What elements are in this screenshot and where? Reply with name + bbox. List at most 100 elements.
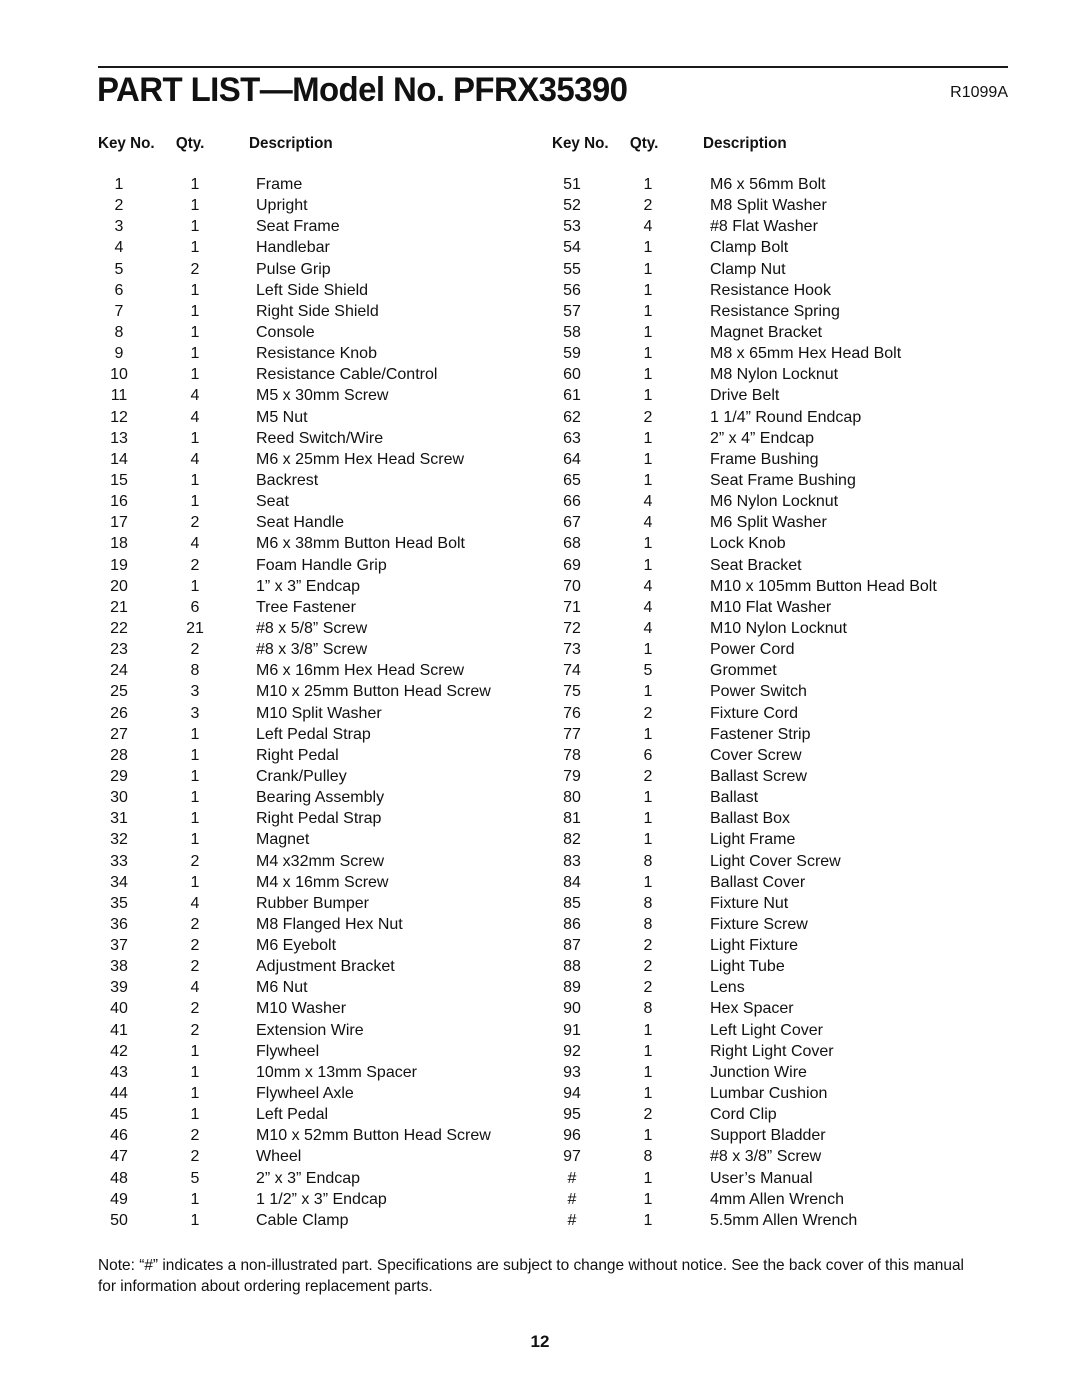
quantity: 2 — [643, 408, 653, 426]
table-row: 31 1 Right Pedal Strap — [98, 808, 548, 829]
key-number: 7 — [114, 302, 124, 320]
table-row: 63 1 2” x 4” Endcap — [552, 428, 1002, 449]
quantity: 1 — [190, 767, 200, 785]
quantity: 1 — [190, 429, 200, 447]
quantity: 1 — [190, 577, 200, 595]
quantity: 6 — [190, 598, 200, 616]
table-row: 95 2 Cord Clip — [552, 1104, 1002, 1125]
quantity: 8 — [643, 894, 653, 912]
description: Hex Spacer — [710, 1000, 794, 1018]
key-number: 69 — [563, 556, 581, 574]
description: Right Pedal — [256, 746, 339, 764]
quantity: 1 — [643, 323, 653, 341]
table-row: 19 2 Foam Handle Grip — [98, 555, 548, 576]
table-row: 30 1 Bearing Assembly — [98, 787, 548, 808]
quantity: 2 — [643, 1106, 653, 1124]
key-number: 80 — [563, 789, 581, 807]
quantity: 4 — [643, 577, 653, 595]
description: M8 Flanged Hex Nut — [256, 915, 403, 933]
quantity: 1 — [190, 218, 200, 236]
table-row: 97 8 #8 x 3/8” Screw — [552, 1146, 1002, 1167]
table-row: 45 1 Left Pedal — [98, 1104, 548, 1125]
quantity: 1 — [190, 873, 200, 891]
quantity: 2 — [643, 197, 653, 215]
key-number: 1 — [114, 176, 124, 193]
key-number: 15 — [110, 471, 128, 489]
table-row: 58 1 Magnet Bracket — [552, 322, 1002, 343]
key-number: 13 — [110, 429, 128, 447]
quantity: 3 — [190, 683, 200, 701]
key-number: 18 — [110, 535, 128, 553]
description: Foam Handle Grip — [256, 556, 387, 574]
quantity: 1 — [190, 1190, 200, 1208]
table-row: 25 3 M10 x 25mm Button Head Screw — [98, 681, 548, 702]
key-number: 2 — [114, 197, 124, 215]
description: Lumbar Cushion — [710, 1085, 828, 1103]
table-row: 86 8 Fixture Screw — [552, 914, 1002, 935]
quantity: 1 — [643, 1021, 653, 1039]
quantity: 2 — [190, 641, 200, 659]
description: M10 x 52mm Button Head Screw — [256, 1127, 491, 1145]
description: 5.5mm Allen Wrench — [710, 1211, 858, 1229]
table-row: 28 1 Right Pedal — [98, 745, 548, 766]
description: M8 x 65mm Hex Head Bolt — [710, 345, 902, 363]
quantity: 1 — [643, 1190, 653, 1208]
quantity: 1 — [190, 197, 200, 215]
column-header-description: Description — [703, 135, 787, 152]
table-row: 65 1 Seat Frame Bushing — [552, 470, 1002, 491]
table-row: 39 4 M6 Nut — [98, 977, 548, 998]
parts-table-right: Key No. Qty. Description 51 1 M6 x 56mm Bo… — [552, 134, 1002, 1231]
quantity: 1 — [643, 471, 653, 489]
description: Resistance Knob — [256, 345, 377, 363]
description: Lock Knob — [710, 535, 786, 553]
quantity: 1 — [643, 260, 653, 278]
description: Light Frame — [710, 831, 796, 849]
quantity: 2 — [190, 1148, 200, 1166]
key-number: 85 — [563, 894, 581, 912]
key-number: 68 — [563, 535, 581, 553]
description: Support Bladder — [710, 1127, 826, 1145]
table-row: 44 1 Flywheel Axle — [98, 1083, 548, 1104]
description: Seat Bracket — [710, 556, 802, 574]
description: Resistance Cable/Control — [256, 366, 438, 384]
key-number: 39 — [110, 979, 128, 997]
key-number: 54 — [563, 239, 581, 257]
parts-table-left: Key No. Qty. Description 1 1 Frame 2 1 Uprigh… — [98, 134, 548, 1231]
key-number: 10 — [110, 366, 128, 384]
key-number: 33 — [110, 852, 128, 870]
table-row: 80 1 Ballast — [552, 787, 1002, 808]
description: 1 1/4” Round Endcap — [710, 408, 862, 426]
key-number: 9 — [114, 345, 124, 363]
key-number: 74 — [563, 662, 581, 680]
description: Fixture Screw — [710, 915, 808, 933]
quantity: 1 — [643, 556, 653, 574]
description: M10 Flat Washer — [710, 598, 832, 616]
description: M6 Nut — [256, 979, 308, 997]
table-row: 96 1 Support Bladder — [552, 1125, 1002, 1146]
table-row: 1 1 Frame — [98, 174, 548, 195]
key-number: 16 — [110, 493, 128, 511]
description: #8 x 3/8” Screw — [256, 641, 368, 659]
quantity: 1 — [643, 281, 653, 299]
key-number: 4 — [114, 239, 124, 257]
key-number: 45 — [110, 1106, 128, 1124]
table-row: 26 3 M10 Split Washer — [98, 703, 548, 724]
quantity: 1 — [190, 323, 200, 341]
quantity: 1 — [190, 366, 200, 384]
description: Seat Frame Bushing — [710, 471, 856, 489]
key-number: 73 — [563, 641, 581, 659]
table-row: 20 1 1” x 3” Endcap — [98, 576, 548, 597]
quantity: 5 — [190, 1169, 200, 1187]
key-number: 86 — [563, 915, 581, 933]
page-title: PART LIST—Model No. PFRX35390 — [97, 71, 628, 109]
key-number: 36 — [110, 915, 128, 933]
description: M10 Washer — [256, 1000, 347, 1018]
quantity: 2 — [643, 937, 653, 955]
key-number: 72 — [563, 619, 581, 637]
key-number: 11 — [110, 387, 128, 405]
table-row: 85 8 Fixture Nut — [552, 893, 1002, 914]
key-number: 97 — [563, 1148, 581, 1166]
key-number: 29 — [110, 767, 128, 785]
table-row: 71 4 M10 Flat Washer — [552, 597, 1002, 618]
quantity: 1 — [643, 1211, 653, 1229]
